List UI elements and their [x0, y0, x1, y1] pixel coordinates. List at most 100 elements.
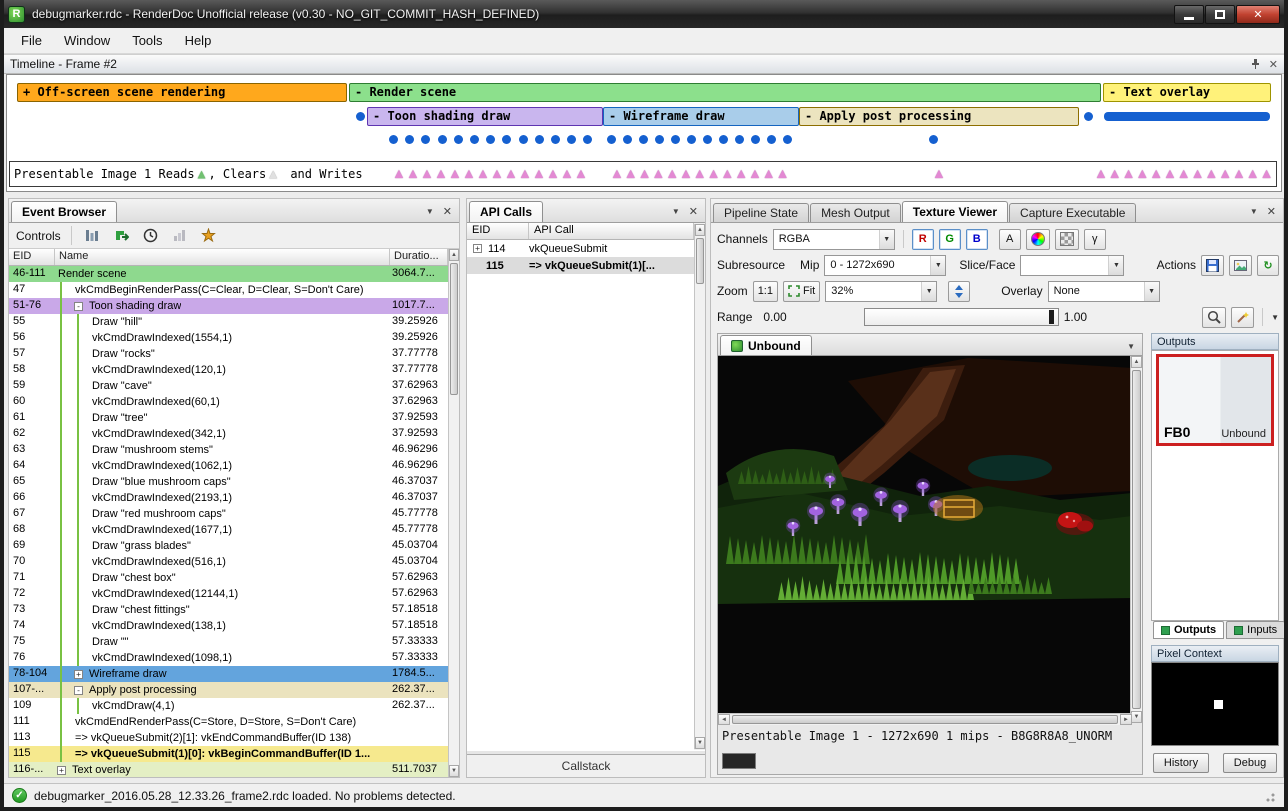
- range-options-chevron-icon[interactable]: ▼: [1271, 313, 1279, 322]
- usage-triangle[interactable]: ▲: [762, 166, 776, 180]
- usage-triangle[interactable]: ▲: [679, 166, 693, 180]
- draw-marker-dot[interactable]: [751, 135, 760, 144]
- usage-triangle[interactable]: ▲: [420, 166, 434, 180]
- event-row[interactable]: 70vkCmdDrawIndexed(516,1)45.03704: [9, 554, 448, 570]
- usage-triangle[interactable]: ▲: [720, 166, 734, 180]
- scroll-down-icon[interactable]: ▼: [1131, 711, 1142, 723]
- event-row[interactable]: 56vkCmdDrawIndexed(1554,1)39.25926: [9, 330, 448, 346]
- draw-marker-dot[interactable]: [687, 135, 696, 144]
- timeline-bar--toon-shading-draw[interactable]: - Toon shading draw: [367, 107, 603, 126]
- scroll-up-icon[interactable]: ▲: [449, 249, 459, 261]
- event-row[interactable]: 62vkCmdDrawIndexed(342,1)37.92593: [9, 426, 448, 442]
- texture-horizontal-scrollbar[interactable]: ◄ ►: [718, 713, 1132, 725]
- range-slider[interactable]: [864, 308, 1059, 326]
- panel-close-icon[interactable]: ✕: [1267, 205, 1276, 218]
- usage-triangle[interactable]: ▲: [448, 166, 462, 180]
- api-calls-scrollbar[interactable]: ▲ ▼: [694, 224, 705, 749]
- event-row[interactable]: 68vkCmdDrawIndexed(1677,1)45.77778: [9, 522, 448, 538]
- pin-icon[interactable]: [1250, 58, 1261, 70]
- usage-triangle[interactable]: ▲: [462, 166, 476, 180]
- usage-triangle[interactable]: ▲: [638, 166, 652, 180]
- tab-api-calls[interactable]: API Calls: [469, 201, 543, 222]
- scroll-left-icon[interactable]: ◄: [718, 714, 730, 725]
- draw-marker-dot[interactable]: [767, 135, 776, 144]
- maximize-button[interactable]: [1205, 5, 1235, 24]
- event-row[interactable]: 72vkCmdDrawIndexed(12144,1)57.62963: [9, 586, 448, 602]
- usage-triangle[interactable]: ▲: [434, 166, 448, 180]
- draw-marker-dot[interactable]: [519, 135, 528, 144]
- debug-button[interactable]: Debug: [1223, 753, 1277, 773]
- mip-select[interactable]: 0 - 1272x690▼: [824, 255, 946, 276]
- column-eid[interactable]: EID: [467, 223, 529, 239]
- draw-marker-dot[interactable]: [535, 135, 544, 144]
- column-api-call[interactable]: API Call: [529, 223, 694, 239]
- menu-file[interactable]: File: [10, 29, 53, 52]
- event-row[interactable]: 51-76-Toon shading draw1017.7...: [9, 298, 448, 314]
- draw-marker-dot[interactable]: [486, 135, 495, 144]
- zoom-range-button[interactable]: [1202, 307, 1226, 328]
- history-button[interactable]: History: [1153, 753, 1209, 773]
- usage-triangle[interactable]: ▲: [476, 166, 490, 180]
- usage-triangle[interactable]: ▲: [490, 166, 504, 180]
- draw-marker-dot[interactable]: [703, 135, 712, 144]
- zoom-1to1-button[interactable]: 1:1: [753, 281, 778, 302]
- zoom-select[interactable]: 32%▼: [825, 281, 937, 302]
- timeline-close-icon[interactable]: ✕: [1269, 58, 1278, 71]
- slice-face-select[interactable]: ▼: [1020, 255, 1124, 276]
- draw-marker-dot[interactable]: [438, 135, 447, 144]
- scroll-down-icon[interactable]: ▼: [449, 765, 459, 777]
- draw-marker-dot[interactable]: [639, 135, 648, 144]
- save-texture-button[interactable]: [1201, 255, 1224, 276]
- usage-triangle[interactable]: ▲: [1177, 166, 1191, 180]
- draw-marker-dot[interactable]: [655, 135, 664, 144]
- texture-vertical-scrollbar[interactable]: ▲ ▼: [1130, 356, 1142, 723]
- draw-marker-dot[interactable]: [454, 135, 463, 144]
- minimize-button[interactable]: [1174, 5, 1204, 24]
- event-row[interactable]: 67Draw "red mushroom caps"45.77778: [9, 506, 448, 522]
- scroll-thumb[interactable]: [696, 238, 704, 284]
- event-row[interactable]: 55Draw "hill"39.25926: [9, 314, 448, 330]
- close-button[interactable]: ✕: [1236, 5, 1280, 24]
- draw-marker-dot[interactable]: [1084, 112, 1093, 121]
- panel-menu-icon[interactable]: ▼: [426, 207, 434, 216]
- menu-help[interactable]: Help: [174, 29, 223, 52]
- scroll-up-icon[interactable]: ▲: [695, 224, 705, 236]
- autofit-range-button[interactable]: [1231, 307, 1254, 328]
- tab-mesh-output[interactable]: Mesh Output: [810, 203, 901, 222]
- usage-triangle[interactable]: ▲: [651, 166, 665, 180]
- timeline-bar--wireframe-draw[interactable]: - Wireframe draw: [603, 107, 799, 126]
- usage-triangle[interactable]: ▲: [776, 166, 790, 180]
- statistics-button[interactable]: [169, 226, 191, 246]
- timeline-bar--off-screen-scene-rendering[interactable]: + Off-screen scene rendering: [17, 83, 347, 102]
- event-row[interactable]: 107-...-Apply post processing262.37...: [9, 682, 448, 698]
- timeline-canvas[interactable]: Presentable Image 1 Reads▲, Clears▲ and …: [7, 75, 1281, 191]
- draw-marker-dot[interactable]: [607, 135, 616, 144]
- usage-triangle[interactable]: ▲: [734, 166, 748, 180]
- find-event-button[interactable]: [82, 226, 104, 246]
- blue-channel-button[interactable]: B: [966, 229, 988, 250]
- usage-triangle[interactable]: ▲: [406, 166, 420, 180]
- expand-icon[interactable]: +: [473, 244, 482, 253]
- draw-marker-dot[interactable]: [567, 135, 576, 144]
- tab-capture-executable[interactable]: Capture Executable: [1009, 203, 1136, 222]
- draw-marker-dot[interactable]: [502, 135, 511, 144]
- fit-button[interactable]: Fit: [783, 281, 820, 302]
- texture-display[interactable]: [718, 356, 1132, 713]
- usage-triangle[interactable]: ▲: [1191, 166, 1205, 180]
- tab-unbound-texture[interactable]: Unbound: [720, 335, 812, 355]
- custom-display-button[interactable]: [1026, 229, 1050, 250]
- usage-triangle[interactable]: ▲: [693, 166, 707, 180]
- timeline-bar--text-overlay[interactable]: - Text overlay: [1103, 83, 1271, 102]
- usage-triangle[interactable]: ▲: [707, 166, 721, 180]
- draw-marker-dot[interactable]: [470, 135, 479, 144]
- usage-triangle[interactable]: ▲: [532, 166, 546, 180]
- draw-marker-dot[interactable]: [583, 135, 592, 144]
- panel-close-icon[interactable]: ✕: [443, 205, 452, 218]
- event-row[interactable]: 74vkCmdDrawIndexed(138,1)57.18518: [9, 618, 448, 634]
- usage-triangle[interactable]: ▲: [932, 166, 946, 180]
- usage-triangle[interactable]: ▲: [1149, 166, 1163, 180]
- range-slider-thumb[interactable]: [1049, 310, 1054, 324]
- event-row[interactable]: 75Draw ""57.33333: [9, 634, 448, 650]
- expand-icon[interactable]: +: [74, 670, 83, 679]
- usage-triangle[interactable]: ▲: [1163, 166, 1177, 180]
